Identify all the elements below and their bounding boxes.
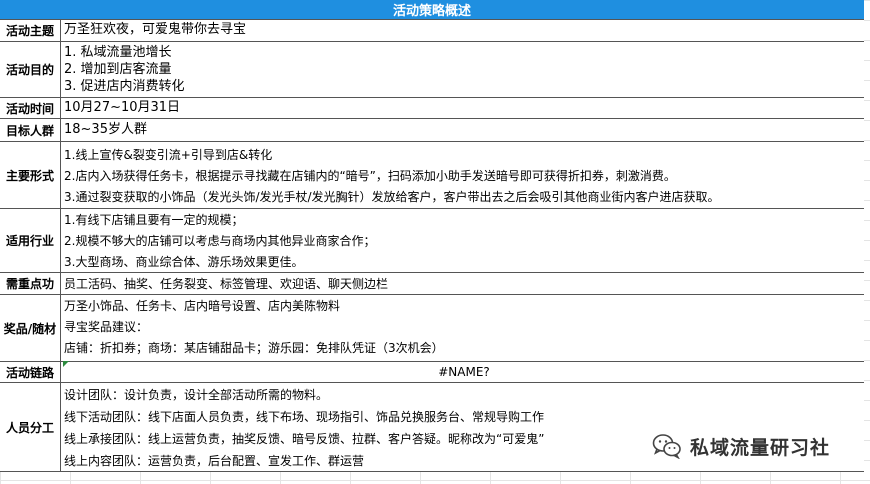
row-key-features[interactable]: 需重点功 员工活码、抽奖、任务裂变、标签管理、欢迎语、聊天侧边栏 (0, 273, 864, 295)
row-label: 活动目的 (0, 42, 61, 97)
row-label: 适用行业 (0, 209, 61, 272)
row-purpose[interactable]: 活动目的 1. 私域流量池增长 2. 增加到店客流量 3. 促进店内消费转化 (0, 42, 864, 98)
cell-text: 3.通过裂变获取的小饰品（发光头饰/发光手杖/发光胸针）发放给客户，客户带出去之… (64, 190, 720, 204)
sheet-title-text: 活动策略概述 (392, 4, 471, 19)
row-audience[interactable]: 目标人群 18~35岁人群 (0, 119, 864, 142)
row-label: 目标人群 (0, 119, 61, 141)
row-theme[interactable]: 活动主题 万圣狂欢夜，可爱鬼带你去寻宝 (0, 20, 864, 42)
row-format[interactable]: 主要形式 1.线上宣传&裂变引流+引导到店&转化 2.店内入场获得任务卡，根据提… (0, 142, 864, 209)
cell-text: 2. 增加到店客流量 (64, 62, 172, 77)
sheet-title[interactable]: 活动策略概述 (0, 0, 864, 20)
cell-text: 10月27~10月31日 (64, 100, 181, 115)
cell-text: 18~35岁人群 (64, 122, 147, 137)
wechat-icon (652, 434, 681, 459)
cell-error-value: #NAME? (438, 365, 490, 379)
row-industry[interactable]: 适用行业 1.有线下店铺且要有一定的规模； 2.规模不够大的店铺可以考虑与商场内… (0, 209, 864, 273)
cell-text: 1.线上宣传&裂变引流+引导到店&转化 (64, 148, 273, 162)
row-label: 人员分工 (0, 383, 61, 471)
row-label: 活动主题 (0, 20, 61, 41)
cell-text: 店铺：折扣券；商场：某店铺甜品卡；游乐园：免排队凭证（3次机会） (64, 341, 444, 355)
row-flow[interactable]: 活动链路 #NAME? (0, 362, 864, 383)
watermark: 私域流量研习社 (652, 431, 862, 461)
cell-text: 2.店内入场获得任务卡，根据提示寻找藏在店铺内的“暗号”，扫码添加小助手发送暗号… (64, 169, 676, 183)
cell-text: 员工活码、抽奖、任务裂变、标签管理、欢迎语、聊天侧边栏 (64, 277, 389, 291)
cell-text: 线下活动团队：线下店面人员负责，线下布场、现场指引、饰品兑换服务台、常规导购工作 (64, 410, 545, 424)
row-label: 需重点功 (0, 273, 61, 294)
cell-text: 万圣小饰品、任务卡、店内暗号设置、店内美陈物料 (64, 299, 341, 313)
row-label: 奖品/随材 (0, 295, 61, 361)
cell-text: 3. 促进店内消费转化 (64, 79, 185, 94)
cell-text: 寻宝奖品建议： (64, 320, 149, 334)
cell-text: 3.大型商场、商业综合体、游乐场效果更佳。 (64, 255, 304, 269)
watermark-text: 私域流量研习社 (690, 436, 831, 459)
row-prizes[interactable]: 奖品/随材 万圣小饰品、任务卡、店内暗号设置、店内美陈物料 寻宝奖品建议： 店铺… (0, 295, 864, 362)
cell-text: 1. 私域流量池增长 (64, 45, 172, 60)
cell-text: 设计团队：设计负责，设计全部活动所需的物料。 (64, 388, 329, 402)
cell-text: 2.规模不够大的店铺可以考虑与商场内其他异业商家合作； (64, 234, 376, 248)
spreadsheet: 活动策略概述 活动主题 万圣狂欢夜，可爱鬼带你去寻宝 活动目的 1. 私域流量池… (0, 0, 870, 484)
error-indicator-icon (63, 361, 69, 367)
row-label: 主要形式 (0, 142, 61, 208)
cell-text: 万圣狂欢夜，可爱鬼带你去寻宝 (64, 22, 247, 37)
row-label: 活动时间 (0, 98, 61, 118)
cell-text: 1.有线下店铺且要有一定的规模； (64, 213, 244, 227)
row-time[interactable]: 活动时间 10月27~10月31日 (0, 98, 864, 119)
row-label: 活动链路 (0, 362, 61, 382)
